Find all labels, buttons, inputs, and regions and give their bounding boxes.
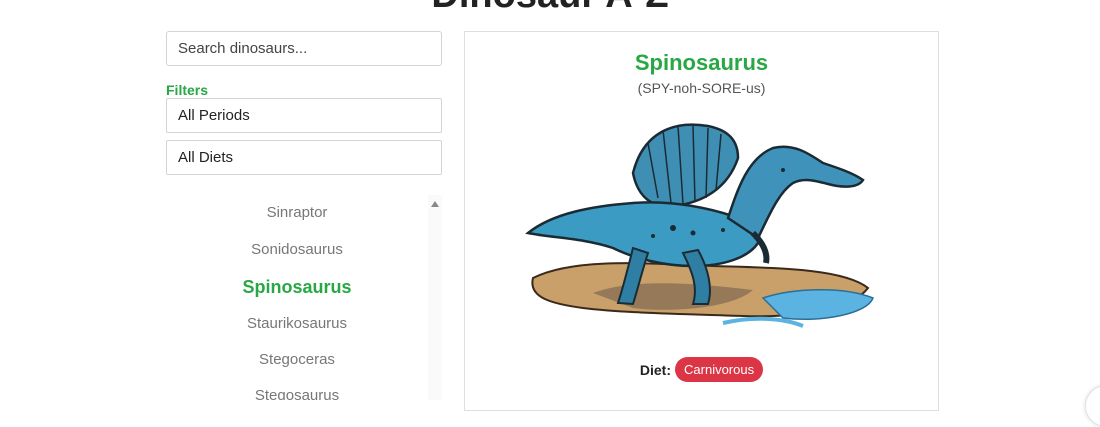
dinosaur-detail-card: Spinosaurus (SPY-noh-SORE-us) Diet: Carn…: [464, 31, 939, 411]
list-item[interactable]: Staurikosaurus: [166, 315, 428, 332]
list-item[interactable]: Sonidosaurus: [166, 241, 428, 258]
dinosaur-name: Spinosaurus: [634, 50, 769, 75]
list-scrollbar[interactable]: [428, 195, 442, 400]
page-title: Dinosaur A-Z: [0, 0, 1100, 17]
diet-label: Diet:: [639, 361, 672, 378]
list-item[interactable]: Sinraptor: [166, 204, 428, 221]
search-input[interactable]: [166, 31, 442, 66]
list-item[interactable]: Stegoceras: [166, 351, 428, 368]
list-item[interactable]: Stegosaurus: [166, 387, 428, 400]
scroll-up-arrow-icon[interactable]: [431, 201, 439, 207]
period-filter-select[interactable]: All Periods: [166, 98, 442, 133]
floating-action-button[interactable]: [1085, 385, 1100, 427]
diet-row: Diet: Carnivorous: [465, 357, 938, 382]
diet-badge: Carnivorous: [675, 357, 764, 382]
sidebar: Filters All Periods All Diets: [166, 31, 442, 175]
filters-label: Filters: [166, 82, 209, 98]
list-item-selected[interactable]: Spinosaurus: [166, 277, 428, 298]
diet-filter-select[interactable]: All Diets: [166, 140, 442, 175]
spinosaurus-illustration: [525, 123, 874, 328]
pronunciation: (SPY-noh-SORE-us): [637, 80, 766, 96]
dinosaur-list[interactable]: Sinraptor Sonidosaurus Spinosaurus Staur…: [166, 195, 442, 400]
